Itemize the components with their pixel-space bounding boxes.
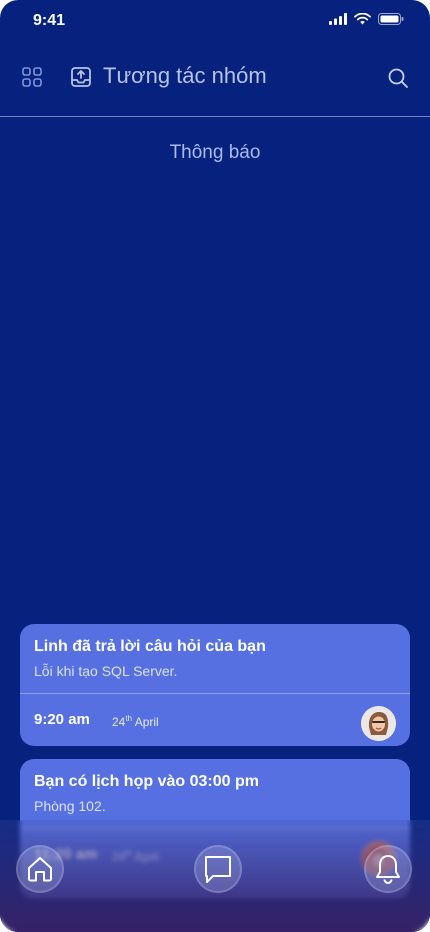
chat-icon [205,856,231,883]
notification-subtitle: Lỗi khi tạo SQL Server. [34,663,178,679]
home-icon [28,857,52,882]
card-divider [20,693,410,694]
date-suffix: th [125,714,133,723]
date-month: April [134,715,159,729]
search-icon[interactable] [387,67,409,89]
notification-date: 24th April [112,714,159,729]
avatar [361,706,396,741]
date-day: 24 [112,715,126,729]
status-bar: 9:41 [0,0,430,44]
wifi-icon [354,13,371,25]
grid-icon[interactable] [21,66,43,88]
status-icons [329,13,404,25]
header-divider [0,116,430,117]
notification-card[interactable]: Linh đã trả lời câu hỏi của bạn Lỗi khi … [20,624,410,746]
page-title: Tương tác nhóm [103,63,267,88]
notification-title: Linh đã trả lời câu hỏi của bạn [34,638,266,655]
notification-time: 9:20 am [34,711,90,728]
nav-notifications-button[interactable] [364,845,412,893]
notification-title: Bạn có lịch họp vào 03:00 pm [34,773,259,790]
battery-icon [378,13,404,25]
bell-icon [376,855,400,884]
notification-subtitle: Phòng 102. [34,798,106,814]
nav-chat-button[interactable] [194,845,242,893]
app-header: Tương tác nhóm [0,56,430,100]
section-title: Thông báo [169,142,261,163]
app-screen: 9:41 Tương tác nhóm Thông báo Linh đã tr… [0,0,430,932]
inbox-upload-icon[interactable] [70,66,92,88]
signal-icon [329,13,347,25]
status-time: 9:41 [33,12,66,29]
nav-home-button[interactable] [16,845,64,893]
